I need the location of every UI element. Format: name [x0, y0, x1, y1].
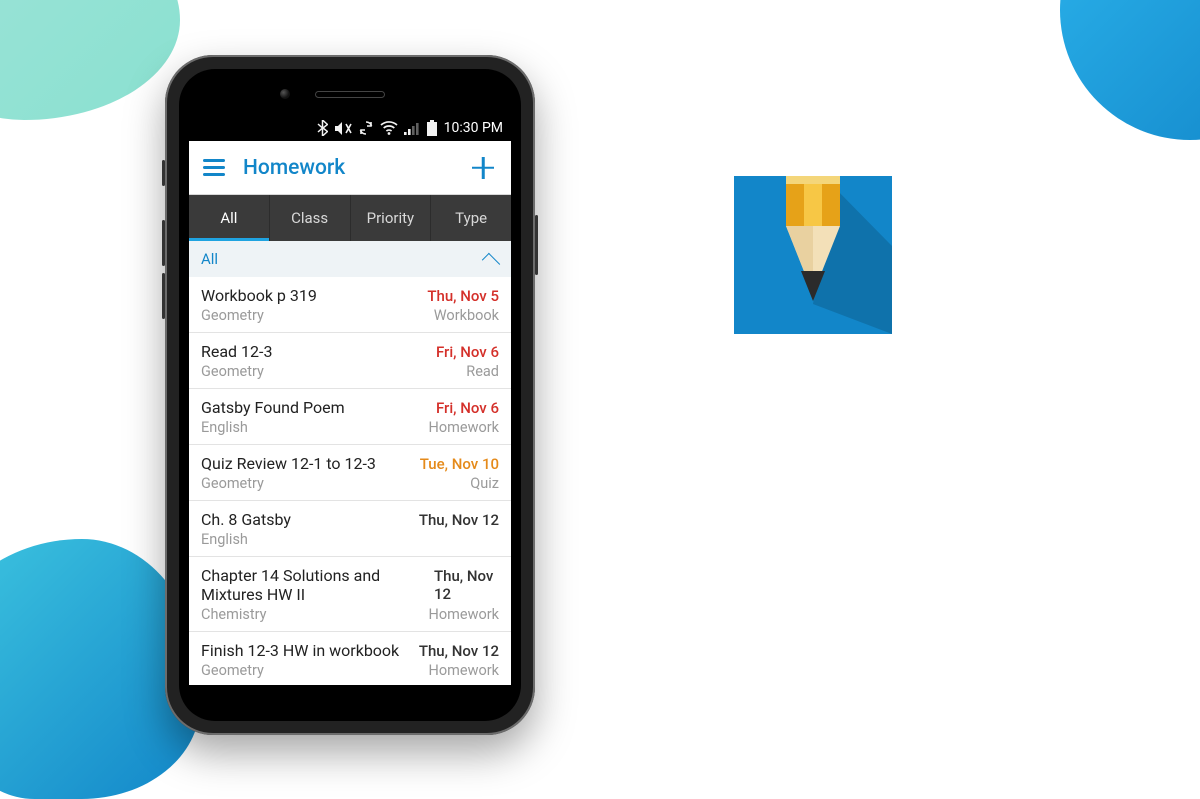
list-item[interactable]: Finish 12-3 HW in workbook Thu, Nov 12 G…	[189, 632, 511, 685]
decorative-blob-tr	[1060, 0, 1200, 140]
bluetooth-icon	[317, 120, 328, 136]
item-date: Thu, Nov 12	[434, 567, 499, 603]
item-type: Read	[466, 363, 499, 380]
phone-bezel: 10:30 PM Homework All Class Priority Typ…	[179, 69, 521, 721]
tab-label: Priority	[367, 209, 414, 227]
tab-label: Type	[455, 209, 487, 227]
item-subject: Geometry	[201, 307, 264, 324]
group-all-header[interactable]: All	[189, 241, 511, 277]
tab-all[interactable]: All	[189, 195, 270, 241]
phone-side-button	[535, 215, 538, 275]
item-date: Fri, Nov 6	[436, 343, 499, 361]
item-date: Fri, Nov 6	[436, 399, 499, 417]
phone-earpiece	[315, 91, 385, 98]
item-date: Thu, Nov 12	[419, 511, 499, 529]
item-subject: English	[201, 531, 248, 548]
mute-icon	[334, 121, 352, 136]
phone-camera	[280, 89, 290, 99]
tab-class[interactable]: Class	[270, 195, 351, 241]
phone-side-button	[162, 273, 165, 319]
list-item[interactable]: Read 12-3 Fri, Nov 6 Geometry Read	[189, 333, 511, 389]
item-title: Finish 12-3 HW in workbook	[201, 641, 399, 660]
tab-label: Class	[291, 209, 328, 227]
phone-frame: 10:30 PM Homework All Class Priority Typ…	[165, 55, 535, 735]
item-type: Workbook	[434, 307, 499, 324]
item-subject: Chemistry	[201, 606, 266, 623]
item-subject: Geometry	[201, 363, 264, 380]
item-date: Thu, Nov 5	[427, 287, 499, 305]
tab-priority[interactable]: Priority	[351, 195, 432, 241]
item-type: Homework	[429, 662, 499, 679]
list-item[interactable]: Ch. 8 Gatsby Thu, Nov 12 English	[189, 501, 511, 557]
list-item[interactable]: Gatsby Found Poem Fri, Nov 6 English Hom…	[189, 389, 511, 445]
phone-screen: 10:30 PM Homework All Class Priority Typ…	[189, 115, 511, 685]
sync-icon	[358, 120, 374, 136]
item-subject: Geometry	[201, 662, 264, 679]
item-title: Quiz Review 12-1 to 12-3	[201, 454, 376, 473]
phone-side-button	[162, 220, 165, 266]
chevron-up-icon	[482, 252, 500, 270]
tab-type[interactable]: Type	[431, 195, 511, 241]
item-date: Tue, Nov 10	[420, 455, 499, 473]
item-title: Chapter 14 Solutions and Mixtures HW II	[201, 566, 434, 604]
status-time: 10:30 PM	[444, 120, 503, 136]
page-title: Homework	[243, 156, 345, 180]
item-date: Thu, Nov 12	[419, 642, 499, 660]
item-type: Homework	[429, 606, 499, 623]
item-title: Workbook p 319	[201, 286, 317, 305]
status-bar: 10:30 PM	[189, 115, 511, 141]
app-icon-pencil	[734, 176, 892, 334]
signal-icon	[404, 122, 420, 135]
wifi-icon	[380, 121, 398, 135]
homework-list: Workbook p 319 Thu, Nov 5 Geometry Workb…	[189, 277, 511, 685]
battery-icon	[426, 120, 438, 136]
item-type: Homework	[429, 419, 499, 436]
list-item[interactable]: Chapter 14 Solutions and Mixtures HW II …	[189, 557, 511, 632]
item-title: Read 12-3	[201, 342, 272, 361]
item-title: Gatsby Found Poem	[201, 398, 345, 417]
list-item[interactable]: Workbook p 319 Thu, Nov 5 Geometry Workb…	[189, 277, 511, 333]
add-button[interactable]	[469, 154, 497, 182]
item-subject: Geometry	[201, 475, 264, 492]
item-subject: English	[201, 419, 248, 436]
list-item[interactable]: Quiz Review 12-1 to 12-3 Tue, Nov 10 Geo…	[189, 445, 511, 501]
group-label: All	[201, 250, 218, 268]
phone-side-button	[162, 160, 165, 186]
item-type: Quiz	[470, 475, 499, 492]
menu-button[interactable]	[203, 159, 225, 176]
app-bar: Homework	[189, 141, 511, 195]
tab-label: All	[220, 209, 237, 227]
filter-tabs: All Class Priority Type	[189, 195, 511, 241]
decorative-blob-tl	[0, 0, 180, 120]
item-title: Ch. 8 Gatsby	[201, 510, 291, 529]
